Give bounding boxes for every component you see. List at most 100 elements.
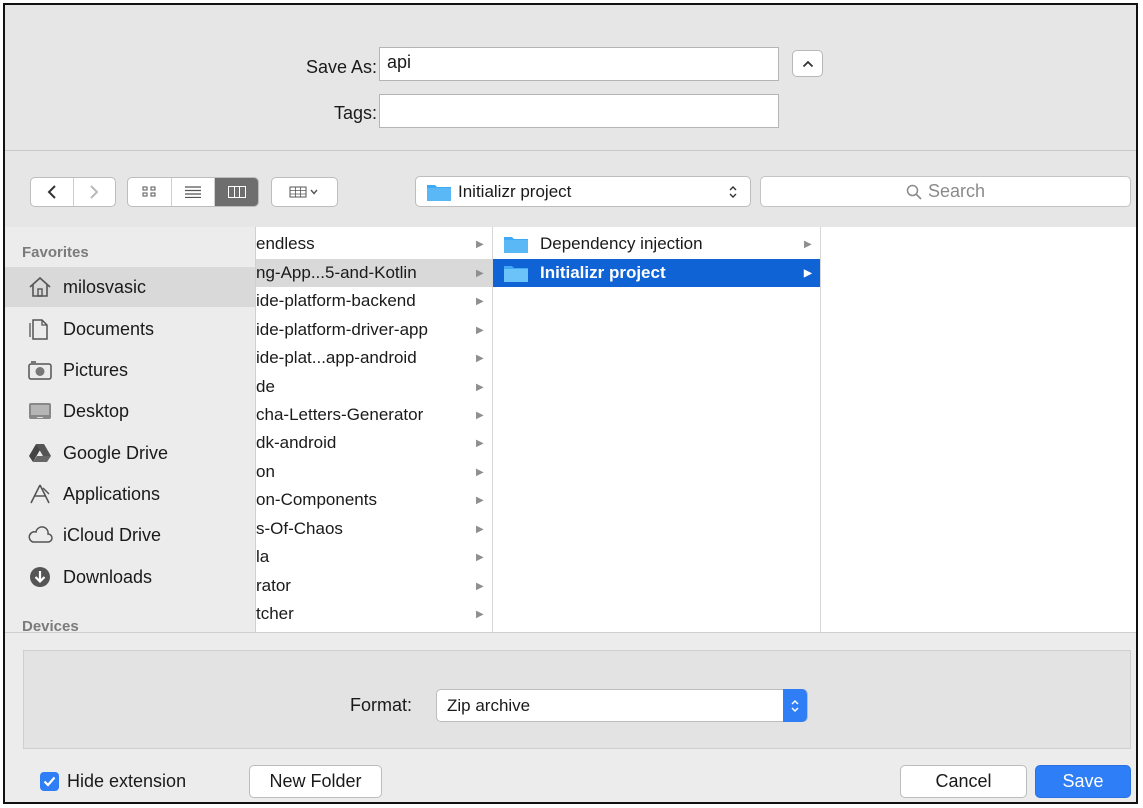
applications-icon [27, 481, 53, 507]
save-dialog: Save As: api Tags: Initializr project Se… [3, 3, 1138, 804]
forward-button[interactable] [74, 178, 116, 206]
documents-icon [27, 316, 53, 342]
sidebar-item-pictures[interactable]: Pictures [5, 350, 255, 390]
tags-field[interactable] [379, 94, 779, 128]
favorites-header: Favorites [22, 244, 89, 261]
view-mode-buttons [127, 177, 259, 207]
list-view-icon [185, 186, 201, 198]
group-by-button[interactable] [271, 177, 338, 207]
name-area: Save As: api Tags: [5, 5, 1136, 151]
sidebar-item-downloads[interactable]: Downloads [5, 557, 255, 597]
disclosure-arrow-icon: ▶ [476, 238, 484, 250]
folder-icon [504, 237, 528, 253]
sidebar-item-google-drive[interactable]: Google Drive [5, 433, 255, 473]
save-as-field[interactable]: api [379, 47, 779, 81]
disclosure-arrow-icon: ▶ [476, 267, 484, 279]
downloads-icon [27, 564, 53, 590]
list-item[interactable]: s-Of-Chaos ▶ [256, 515, 492, 543]
list-item-initializr-project[interactable]: Initializr project ▶ [493, 259, 820, 287]
sidebar: Favorites milosvasic Documents Pictures … [5, 227, 256, 632]
list-item[interactable]: ide-platform-backend ▶ [256, 287, 492, 315]
folder-icon [427, 184, 451, 201]
list-item[interactable]: ide-platform-driver-app ▶ [256, 316, 492, 344]
devices-header: Devices [22, 618, 79, 632]
disclosure-arrow-icon: ▶ [804, 267, 812, 279]
format-popup[interactable]: Zip archive [436, 689, 808, 722]
disclosure-arrow-icon: ▶ [476, 466, 484, 478]
up-down-arrows-icon [729, 186, 737, 198]
toolbar: Initializr project Search [5, 151, 1136, 228]
cloud-icon [27, 522, 53, 548]
sidebar-item-label: Google Drive [63, 442, 169, 463]
list-item[interactable]: de ▶ [256, 373, 492, 401]
list-item[interactable]: la ▶ [256, 543, 492, 571]
chevron-left-icon [47, 185, 56, 199]
column-view-button[interactable] [215, 178, 258, 206]
cancel-button[interactable]: Cancel [900, 765, 1027, 798]
list-item[interactable]: ng-App...5-and-Kotlin ▶ [256, 259, 492, 287]
icon-view-icon [142, 186, 156, 197]
list-item-dependency-injection[interactable]: Dependency injection ▶ [493, 230, 820, 258]
disclosure-arrow-icon: ▶ [476, 580, 484, 592]
sidebar-item-label: Pictures [63, 359, 129, 380]
sidebar-item-applications[interactable]: Applications [5, 474, 255, 514]
sidebar-item-label: Applications [63, 483, 161, 504]
disclosure-arrow-icon: ▶ [476, 352, 484, 364]
list-item[interactable]: endless ▶ [256, 230, 492, 258]
up-down-arrows-icon [783, 689, 807, 722]
save-button[interactable]: Save [1035, 765, 1131, 798]
list-item[interactable]: on ▶ [256, 458, 492, 486]
cancel-button-label: Cancel [935, 771, 992, 791]
list-item[interactable]: on-Components ▶ [256, 486, 492, 514]
sidebar-item-label: milosvasic [63, 276, 147, 297]
sidebar-item-documents[interactable]: Documents [5, 309, 255, 349]
arrange-icon [289, 186, 318, 198]
google-drive-icon [27, 440, 53, 466]
format-options-panel: Format: Zip archive [23, 650, 1131, 749]
browser-column-3 [821, 227, 1136, 632]
list-item[interactable]: cha-Letters-Generator ▶ [256, 401, 492, 429]
column-view-icon [227, 186, 246, 198]
search-field[interactable]: Search [760, 176, 1131, 207]
disclosure-arrow-icon: ▶ [476, 437, 484, 449]
browser-column-2: Dependency injection ▶ Initializr projec… [493, 227, 821, 632]
search-icon [906, 184, 922, 200]
disclosure-arrow-icon: ▶ [476, 295, 484, 307]
sidebar-item-label: Documents [63, 318, 155, 339]
save-button-label: Save [1062, 771, 1104, 791]
collapse-dialog-button[interactable] [792, 50, 823, 77]
format-label: Format: [350, 695, 413, 715]
list-view-button[interactable] [172, 178, 216, 206]
new-folder-button[interactable]: New Folder [249, 765, 382, 798]
list-item[interactable]: ide-plat...app-android ▶ [256, 344, 492, 372]
disclosure-arrow-icon: ▶ [804, 238, 812, 250]
sidebar-item-label: Desktop [63, 400, 130, 421]
disclosure-arrow-icon: ▶ [476, 523, 484, 535]
list-item[interactable]: dk-android ▶ [256, 429, 492, 457]
hide-extension-checkbox[interactable] [40, 772, 59, 791]
checkmark-icon [43, 776, 56, 787]
nav-buttons [30, 177, 116, 207]
chevron-right-icon [90, 185, 99, 199]
desktop-icon [27, 398, 53, 424]
icon-view-button[interactable] [128, 178, 172, 206]
disclosure-arrow-icon: ▶ [476, 324, 484, 336]
save-as-label: Save As: [305, 57, 377, 77]
disclosure-arrow-icon: ▶ [476, 551, 484, 563]
location-popup-label: Initializr project [458, 181, 572, 201]
disclosure-arrow-icon: ▶ [476, 608, 484, 620]
hide-extension-label: Hide extension [67, 771, 187, 791]
location-popup[interactable]: Initializr project [415, 176, 751, 207]
back-button[interactable] [31, 178, 74, 206]
home-icon [27, 274, 53, 300]
list-item[interactable]: rator ▶ [256, 572, 492, 600]
list-item[interactable]: tcher ▶ [256, 600, 492, 628]
format-popup-value: Zip archive [447, 695, 531, 715]
sidebar-item-desktop[interactable]: Desktop [5, 391, 255, 431]
sidebar-item-icloud-drive[interactable]: iCloud Drive [5, 515, 255, 555]
sidebar-item-milosvasic[interactable]: milosvasic [5, 267, 255, 307]
browser-column-1: endless ▶ ng-App...5-and-Kotlin ▶ ide-plat… [256, 227, 493, 632]
sidebar-item-label: Downloads [63, 566, 153, 587]
disclosure-arrow-icon: ▶ [476, 409, 484, 421]
folder-icon [504, 266, 528, 282]
